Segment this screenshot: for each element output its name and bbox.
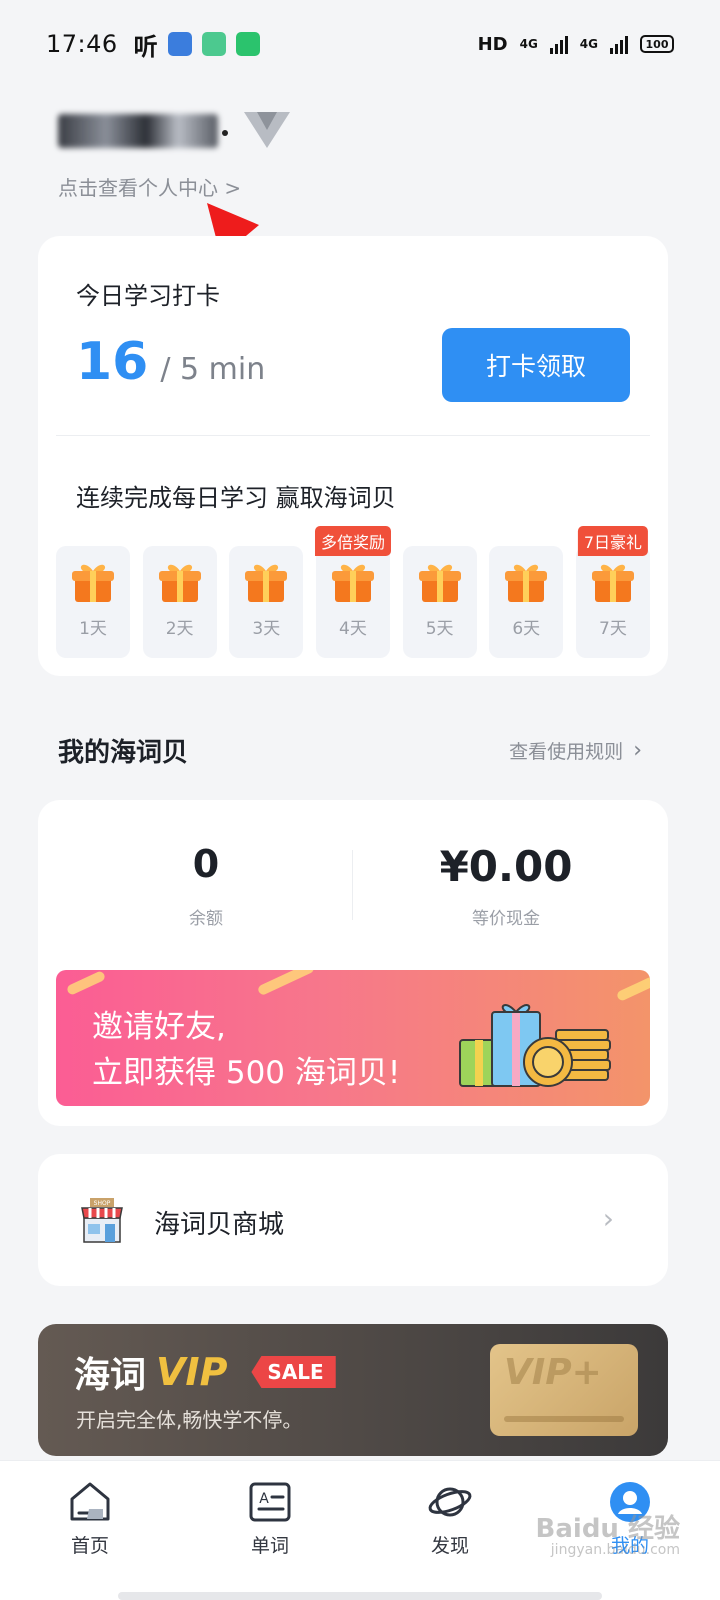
signal-icon [549, 34, 568, 54]
nav-home[interactable]: 首页 [30, 1461, 150, 1600]
usage-rules-link[interactable]: 查看使用规则 › [509, 737, 642, 764]
checkin-progress: 16 / 5 min [76, 332, 265, 392]
decoration [504, 1416, 624, 1422]
clipboard-app-icon [201, 32, 226, 56]
streak-day-5[interactable]: 5天 [402, 546, 477, 658]
vip-word: VIP [156, 1350, 228, 1394]
streak-days: 1天 2天 3天 多倍奖励 4天 5天 6天 7日豪礼 7天 [56, 526, 650, 658]
gift-icon [72, 564, 114, 602]
day-label: 5天 [425, 619, 454, 639]
streak-title: 连续完成每日学习 赢取海词贝 [76, 484, 396, 512]
profile-header[interactable]: 点击查看个人中心 > [58, 100, 678, 210]
watermark-subtext: jingyan.baidu.com [550, 1542, 680, 1558]
shop-label: 海词贝商城 [154, 1210, 285, 1240]
day-label: 2天 [165, 619, 194, 639]
profile-center-link[interactable]: 点击查看个人中心 > [58, 172, 241, 201]
vip-level-icon [244, 112, 290, 148]
balance-label: 余额 [189, 909, 223, 929]
gift-icon [418, 564, 461, 602]
home-icon [70, 1482, 110, 1521]
invite-line-2: 立即获得 500 海词贝! [92, 1055, 401, 1091]
vip-brand: 海词 [74, 1354, 147, 1396]
username-blurred [58, 110, 228, 150]
chevron-right-icon: › [602, 1202, 614, 1235]
day-label: 4天 [339, 619, 367, 639]
minutes-studied: 16 [76, 332, 149, 392]
streak-day-1[interactable]: 1天 [56, 546, 130, 658]
checkin-claim-button[interactable]: 打卡领取 [442, 328, 630, 402]
divider [352, 850, 353, 920]
day-label: 3天 [252, 619, 281, 639]
network-4g-label-2: 4G [579, 37, 598, 51]
minutes-goal: / 5 min [160, 352, 266, 387]
day-label: 1天 [79, 619, 107, 639]
day-label: 6天 [512, 619, 541, 639]
invite-friends-banner[interactable]: 邀请好友, 立即获得 500 海词贝! [56, 970, 650, 1106]
balance-value: 0 [192, 842, 220, 886]
nav-label: 发现 [430, 1535, 469, 1557]
word-card-icon: A [249, 1482, 291, 1522]
cash-label: 等价现金 [472, 909, 540, 929]
battery-icon: 100 [640, 35, 674, 53]
section-title: 我的海词贝 [58, 738, 189, 768]
listen-app-icon: 听 [133, 32, 158, 61]
nav-words[interactable]: A 单词 [210, 1461, 330, 1600]
invite-line-1: 邀请好友, [92, 1009, 226, 1045]
invite-text: 邀请好友, 立即获得 500 海词贝! [92, 1004, 400, 1096]
planet-icon [428, 1487, 472, 1517]
battery-saver-app-icon [235, 32, 260, 56]
checkin-card: 今日学习打卡 16 / 5 min 打卡领取 连续完成每日学习 赢取海词贝 1天… [38, 236, 668, 676]
cloud-app-icon [167, 32, 192, 56]
gift-icon [245, 564, 288, 602]
day-label: 7天 [599, 619, 627, 639]
shells-section-header: 我的海词贝 查看使用规则 › [58, 732, 642, 769]
streak-day-6[interactable]: 6天 [489, 546, 564, 658]
gift-icon [158, 564, 201, 602]
decoration [256, 970, 316, 997]
gift-coins-icon [459, 1004, 611, 1087]
sale-tag: SALE [251, 1356, 336, 1388]
gift-icon [591, 564, 634, 602]
watermark-text: Baidu 经验 [535, 1514, 680, 1544]
network-4g-label: 4G [519, 37, 538, 51]
hd-indicator: HD [477, 33, 508, 55]
status-app-icons: 听 [134, 27, 260, 62]
chevron-right-icon: › [633, 738, 642, 763]
checkin-title: 今日学习打卡 [76, 282, 220, 310]
vip-promo-banner[interactable]: 海词 VIP SALE 开启完全体,畅快学不停。 VIP+ [38, 1324, 668, 1456]
cash-value: ¥0.00 [439, 842, 573, 891]
gift-icon [331, 564, 374, 602]
streak-day-2[interactable]: 2天 [142, 546, 217, 658]
decoration [615, 976, 650, 1002]
vip-subtitle: 开启完全体,畅快学不停。 [76, 1408, 303, 1432]
gift-icon [505, 564, 548, 602]
status-time: 17:46 [46, 30, 118, 58]
balance-column: 0 余额 [56, 842, 356, 929]
streak-day-4[interactable]: 多倍奖励 4天 [314, 526, 391, 658]
vip-title: 海词 VIP SALE [74, 1346, 336, 1398]
streak-day-7[interactable]: 7日豪礼 7天 [575, 526, 650, 658]
usage-rules-label: 查看使用规则 [509, 741, 624, 763]
svg-text:A: A [259, 1491, 269, 1507]
decoration [65, 970, 107, 996]
bonus-tag: 多倍奖励 [314, 526, 391, 556]
shells-card: 0 余额 ¥0.00 等价现金 邀请好友, 立即获得 500 海词贝! [38, 800, 668, 1126]
shop-sign-text: SHOP [94, 1200, 111, 1207]
vip-card-text: VIP+ [504, 1352, 602, 1393]
cash-column: ¥0.00 等价现金 [356, 842, 656, 929]
nav-label: 单词 [250, 1535, 289, 1557]
bonus-tag: 7日豪礼 [577, 526, 649, 556]
shell-shop-row[interactable]: SHOP 海词贝商城 › [38, 1154, 668, 1286]
signal-icon-2 [610, 34, 628, 54]
divider [56, 435, 650, 436]
home-indicator[interactable] [118, 1592, 602, 1600]
vip-card-icon: VIP+ [490, 1344, 638, 1436]
nav-label: 首页 [70, 1535, 109, 1557]
streak-day-3[interactable]: 3天 [229, 546, 304, 658]
status-bar: 17:46 听 HD 4G 4G 100 [0, 0, 720, 88]
shop-icon: SHOP [81, 1198, 123, 1243]
status-indicators: HD 4G 4G 100 [478, 34, 674, 55]
nav-discover[interactable]: 发现 [390, 1461, 510, 1600]
